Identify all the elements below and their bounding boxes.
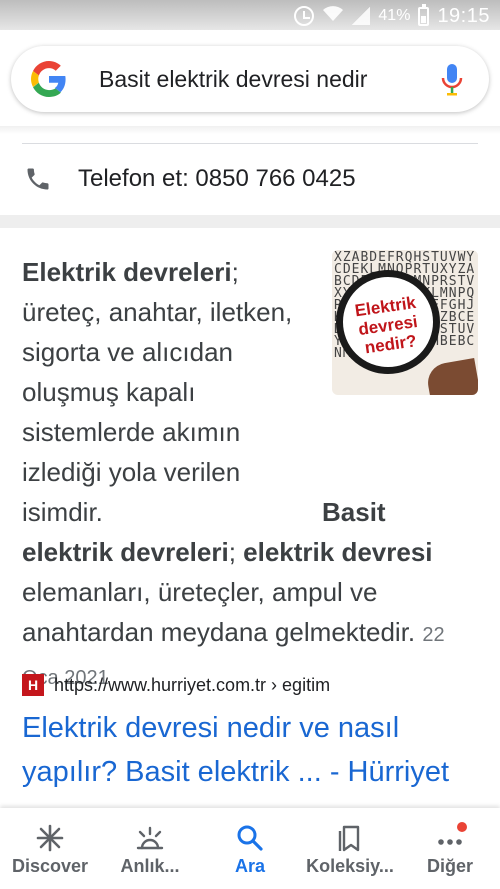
call-label[interactable]: Telefon et: 0850 766 0425 [78,165,356,193]
bottom-navigation: Discover Anlık... Ara Koleksiy... Diğer [0,808,500,889]
clock: 19:15 [437,4,490,27]
nav-label: Koleksiy... [306,856,394,876]
bold-text: elektrik devresi [243,537,433,567]
nav-discover[interactable]: Discover [0,808,100,889]
snippet-text: ; [228,537,244,567]
nav-label: Discover [11,856,89,876]
asterisk-icon [36,824,64,852]
collections-icon [338,825,360,852]
search-box[interactable]: Basit elektrik devresi nedir [11,46,489,112]
wifi-icon [322,4,344,28]
notification-dot [457,822,467,832]
nav-search[interactable]: Ara [200,808,300,889]
source-url[interactable]: https://www.hurriyet.com.tr › egitim [54,675,330,696]
snippet-text: elemanları, üreteçler, ampul ve anahtard… [22,577,416,647]
search-icon [237,825,263,851]
nav-collections[interactable]: Koleksiy... [300,808,400,889]
search-header: Basit elektrik devresi nedir [0,30,500,126]
updates-icon [136,826,164,850]
result-title-link[interactable]: Elektrik devresi nedir ve nasıl yapılır?… [22,706,482,794]
snippet-text: ; üreteç, anahtar, iletken, sigorta ve a… [22,257,293,527]
google-logo[interactable] [31,61,67,97]
nav-label: Ara [234,856,265,876]
bold-text: Elektrik devreleri [22,257,232,287]
signal-icon [352,7,371,25]
status-bar: 41% 19:15 [0,0,500,30]
phone-icon [27,168,49,190]
hurriyet-favicon [22,674,44,696]
snippet-body: Elektrik devreleri; üreteç, anahtar, ile… [22,252,482,698]
result-source[interactable]: https://www.hurriyet.com.tr › egitim [22,674,330,696]
nav-more[interactable]: Diğer [400,808,500,889]
more-icon [435,822,467,852]
search-query[interactable]: Basit elektrik devresi nedir [99,66,367,93]
mic-icon[interactable] [440,63,464,97]
battery-icon [418,3,430,26]
header-shadow [0,126,500,134]
alarm-icon [294,6,315,26]
call-action[interactable]: Telefon et: 0850 766 0425 [0,145,500,215]
section-separator [0,215,500,228]
nav-label: Anlık... [120,856,180,876]
battery-percent: 41% [378,7,411,24]
divider [22,143,478,144]
nav-updates[interactable]: Anlık... [100,808,200,889]
nav-label: Diğer [426,856,473,876]
featured-snippet: XZABDEFRQHSTUVWYCDEKLMNOPRTUXYZABCDEFHJK… [0,228,500,808]
